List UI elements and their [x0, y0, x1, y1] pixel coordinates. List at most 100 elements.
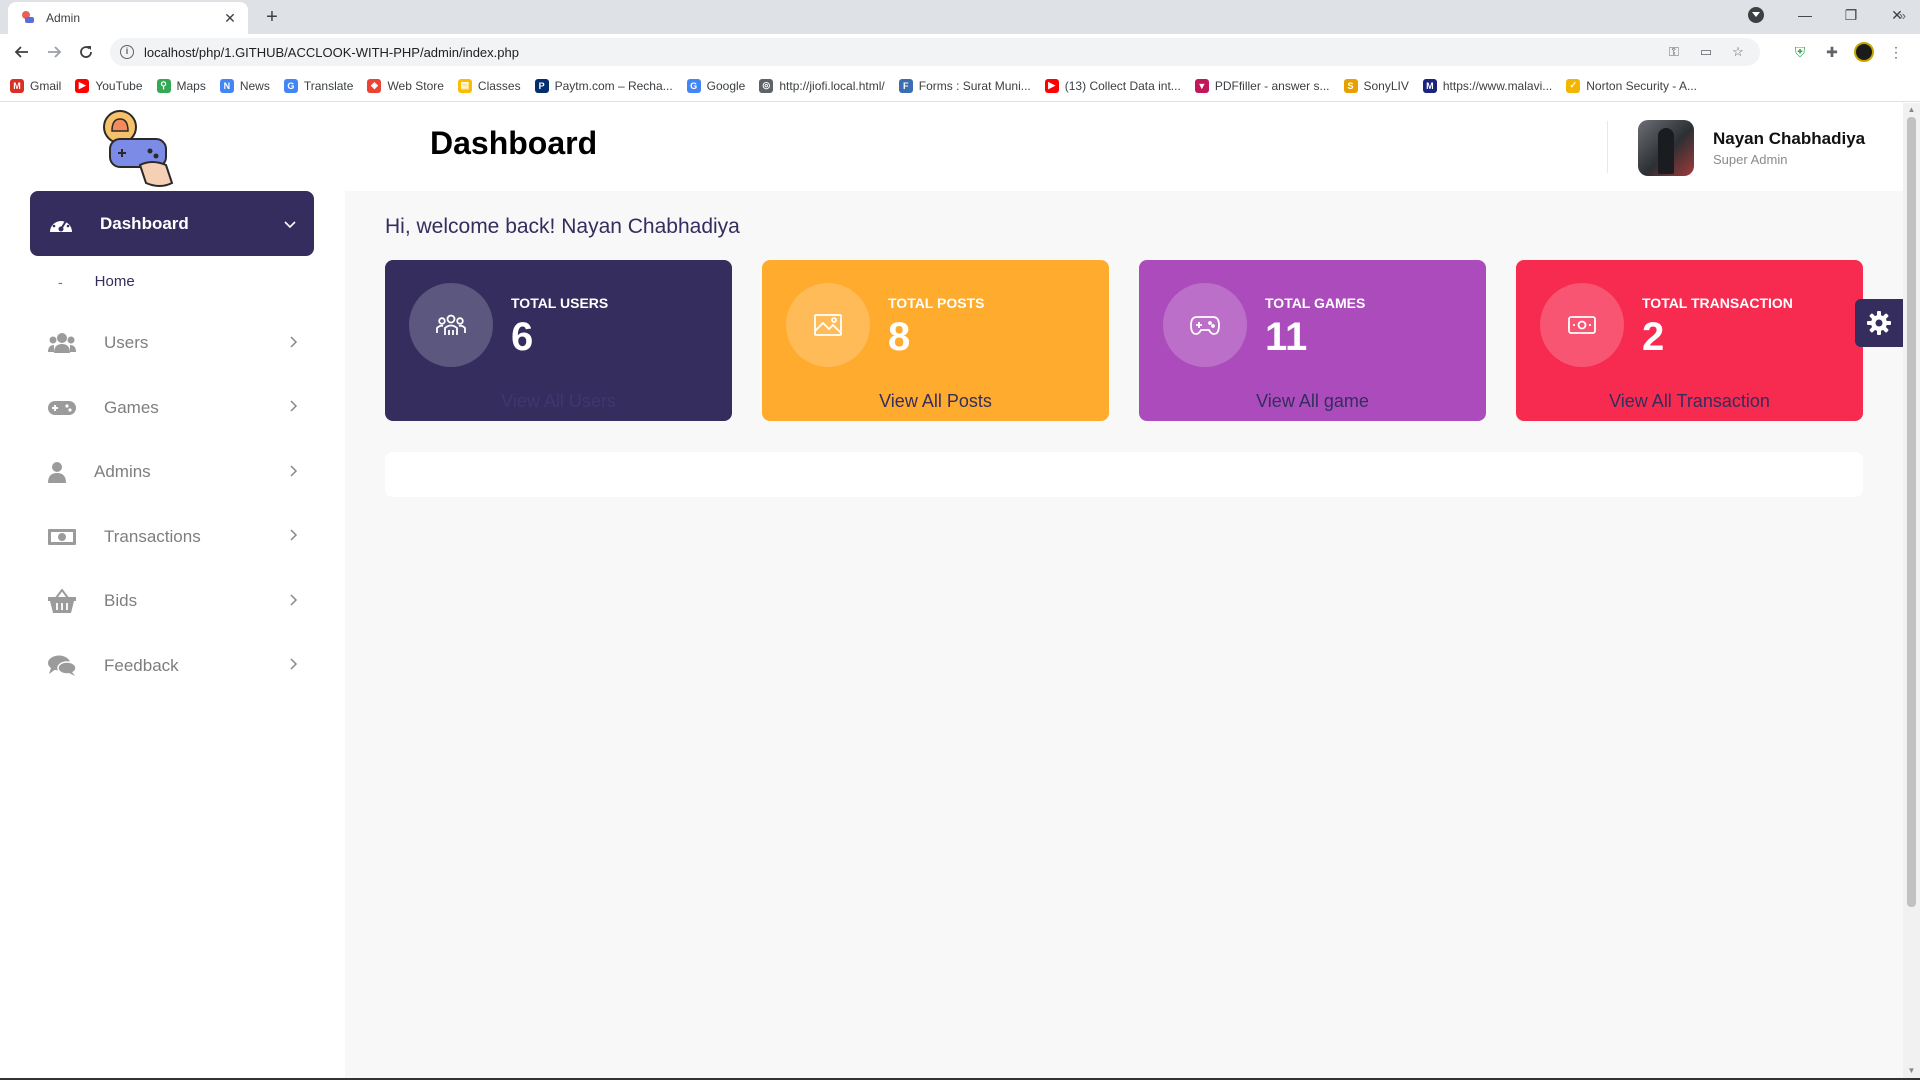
sidebar-item-bids[interactable]: Bids	[48, 569, 298, 634]
bookmark-favicon-icon: P	[534, 78, 549, 93]
minimize-button[interactable]: —	[1782, 7, 1828, 23]
bookmark-item[interactable]: ▼ PDFfiller - answer s...	[1194, 78, 1330, 93]
sidebar-item-label: Users	[104, 333, 149, 353]
bookmark-item[interactable]: N News	[219, 78, 270, 93]
bookmark-item[interactable]: P Paytm.com – Recha...	[534, 78, 673, 93]
reader-mode-icon[interactable]: ▭	[1694, 44, 1718, 60]
header-divider	[1607, 121, 1608, 173]
chevron-right-icon	[290, 529, 298, 544]
user-name[interactable]: Nayan Chabhadiya	[1713, 129, 1865, 149]
bookmark-favicon-icon: N	[219, 78, 234, 93]
shield-extension-icon[interactable]: ⛨	[1784, 38, 1816, 66]
sidebar-item-games[interactable]: Games	[48, 376, 298, 441]
top-header: Dashboard Nayan Chabhadiya Super Admin	[345, 103, 1903, 191]
site-info-icon[interactable]: i	[120, 45, 134, 59]
stat-card-games[interactable]: TOTAL GAMES 11 View All game	[1139, 260, 1486, 421]
bookmark-item[interactable]: G Translate	[283, 78, 354, 93]
bookmarks-overflow-icon[interactable]: »	[1899, 8, 1906, 23]
view-all-posts-link[interactable]: View All Posts	[762, 391, 1109, 412]
sidebar-item-label: Feedback	[104, 655, 179, 675]
address-bar[interactable]: i localhost/php/1.GITHUB/ACCLOOK-WITH-PH…	[110, 38, 1760, 66]
bookmark-item[interactable]: ▤ Classes	[457, 78, 521, 93]
bookmark-item[interactable]: M Gmail	[10, 78, 62, 93]
card-label: TOTAL TRANSACTION	[1642, 295, 1793, 311]
chevron-right-icon	[290, 465, 298, 480]
close-window-button[interactable]: ✕	[1874, 7, 1920, 24]
profile-avatar-icon[interactable]	[1848, 38, 1880, 66]
reload-button[interactable]	[70, 38, 102, 66]
sidebar-item-label: Transactions	[104, 526, 201, 546]
view-all-users-link[interactable]: View All Users	[385, 391, 732, 412]
sidebar-item-transactions[interactable]: Transactions	[48, 505, 298, 570]
bookmark-label: https://www.malavi...	[1442, 78, 1553, 93]
sidebar-item-users[interactable]: Users	[48, 311, 298, 376]
bookmark-item[interactable]: ✓ Norton Security - A...	[1566, 78, 1697, 93]
page-scrollbar[interactable]: ▲ ▼	[1903, 103, 1920, 1080]
money-icon	[48, 524, 76, 550]
browser-tab[interactable]: Admin ✕	[8, 2, 248, 34]
bookmark-favicon-icon: ▼	[1194, 78, 1209, 93]
image-icon	[814, 314, 842, 336]
card-value: 6	[511, 315, 534, 359]
stat-card-users[interactable]: TOTAL USERS 6 View All Users	[385, 260, 732, 421]
bookmark-label: Gmail	[30, 78, 62, 93]
stat-card-posts[interactable]: TOTAL POSTS 8 View All Posts	[762, 260, 1109, 421]
avatar[interactable]	[1638, 120, 1694, 176]
bookmark-item[interactable]: ▶ (13) Collect Data int...	[1044, 78, 1181, 93]
sidebar-subitem-home[interactable]: - Home	[58, 273, 135, 290]
sidebar-item-label: Admins	[94, 462, 151, 482]
bookmark-label: http://jiofi.local.html/	[779, 78, 885, 93]
admin-app: Dashboard - Home Users Games Admins Tran…	[0, 103, 1903, 1080]
user-role: Super Admin	[1713, 152, 1788, 167]
view-all-games-link[interactable]: View All game	[1139, 391, 1486, 412]
chevron-right-icon	[290, 336, 298, 351]
sidebar-item-label: Games	[104, 397, 159, 417]
bookmark-favicon-icon: M	[10, 78, 24, 93]
card-icon-circle	[1540, 283, 1624, 367]
bookmark-item[interactable]: S SonyLIV	[1343, 78, 1409, 93]
forward-button[interactable]	[38, 38, 70, 66]
bookmark-item[interactable]: ⚲ Maps	[156, 78, 206, 93]
scroll-up-icon[interactable]: ▲	[1906, 105, 1917, 114]
bookmark-item[interactable]: ▶ YouTube	[75, 78, 143, 93]
gamepad-icon	[1190, 316, 1220, 335]
users-icon	[48, 330, 76, 356]
bookmark-label: Paytm.com – Recha...	[554, 78, 673, 93]
app-logo[interactable]	[100, 109, 184, 189]
bookmark-item[interactable]: ◈ Web Store	[367, 78, 444, 93]
stat-card-transactions[interactable]: TOTAL TRANSACTION 2 View All Transaction	[1516, 260, 1863, 421]
star-icon[interactable]: ☆	[1726, 44, 1750, 60]
scroll-thumb[interactable]	[1907, 117, 1916, 907]
chevron-right-icon	[290, 400, 298, 415]
back-button[interactable]	[6, 38, 38, 66]
bookmark-item[interactable]: ◎ http://jiofi.local.html/	[759, 78, 885, 93]
view-all-transactions-link[interactable]: View All Transaction	[1516, 391, 1863, 412]
restore-button[interactable]: ❐	[1828, 7, 1874, 24]
tab-search-icon[interactable]	[1748, 7, 1764, 23]
bookmark-label: PDFfiller - answer s...	[1214, 78, 1330, 93]
browser-menu-icon[interactable]: ⋮	[1880, 38, 1912, 66]
sidebar-item-feedback[interactable]: Feedback	[48, 634, 298, 699]
sidebar-item-dashboard[interactable]: Dashboard	[30, 191, 314, 256]
reload-icon	[80, 46, 92, 58]
tab-close-icon[interactable]: ✕	[222, 10, 238, 27]
url-text[interactable]: localhost/php/1.GITHUB/ACCLOOK-WITH-PHP/…	[144, 45, 1654, 60]
key-icon[interactable]: ⚿	[1662, 44, 1686, 60]
window-controls: — ❐ ✕	[1748, 0, 1920, 30]
bookmark-favicon-icon: ▶	[75, 78, 90, 93]
subitem-label: Home	[94, 273, 135, 290]
settings-button[interactable]	[1855, 299, 1903, 347]
puzzle-extensions-icon[interactable]: ✚	[1816, 38, 1848, 66]
scroll-down-icon[interactable]: ▼	[1906, 1066, 1917, 1075]
card-label: TOTAL POSTS	[888, 295, 985, 311]
bookmark-item[interactable]: F Forms : Surat Muni...	[898, 78, 1031, 93]
sidebar-item-admins[interactable]: Admins	[48, 440, 298, 505]
bookmark-label: Translate	[303, 78, 354, 93]
chevron-right-icon	[290, 658, 298, 673]
bookmark-favicon-icon: ✓	[1566, 78, 1581, 93]
bookmark-item[interactable]: Mhttps://www.malavi...	[1422, 78, 1553, 93]
bookmark-favicon-icon: G	[686, 78, 701, 93]
bookmark-item[interactable]: G Google	[686, 78, 745, 93]
browser-toolbar: i localhost/php/1.GITHUB/ACCLOOK-WITH-PH…	[0, 34, 1920, 70]
new-tab-button[interactable]: +	[260, 6, 284, 30]
